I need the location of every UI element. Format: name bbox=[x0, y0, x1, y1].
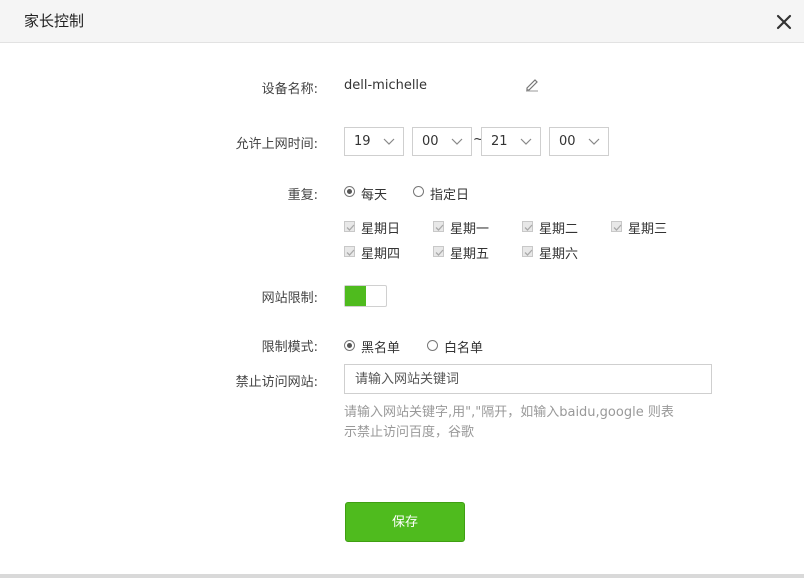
repeat-label: 重复: bbox=[287, 188, 318, 203]
dialog-header: 家长控制 bbox=[0, 0, 804, 43]
end-hour-value: 21 bbox=[491, 134, 508, 149]
hint-line: 请输入网站关键字,用","隔开，如输入baidu,google 则表 bbox=[344, 405, 674, 420]
mode-whitelist-label: 白名单 bbox=[444, 341, 484, 356]
day-checkbox-monday[interactable] bbox=[433, 221, 444, 232]
blocked-keyword-input[interactable] bbox=[344, 364, 712, 394]
device-name-label: 设备名称: bbox=[261, 82, 318, 97]
dialog-title: 家长控制 bbox=[24, 12, 85, 30]
start-minute-value: 00 bbox=[422, 134, 439, 149]
mode-blacklist-radio[interactable] bbox=[344, 340, 355, 351]
chevron-down-icon bbox=[588, 138, 600, 145]
day-label: 星期四 bbox=[361, 247, 401, 262]
day-checkbox-tuesday[interactable] bbox=[522, 221, 533, 232]
chevron-down-icon bbox=[383, 138, 395, 145]
mode-whitelist-radio[interactable] bbox=[427, 340, 438, 351]
end-minute-select[interactable]: 00 bbox=[549, 127, 609, 156]
chevron-down-icon bbox=[520, 138, 532, 145]
repeat-specific-label: 指定日 bbox=[430, 188, 470, 203]
close-icon[interactable] bbox=[774, 12, 794, 32]
repeat-everyday-label: 每天 bbox=[361, 188, 388, 203]
save-button[interactable]: 保存 bbox=[345, 502, 465, 542]
end-minute-value: 00 bbox=[559, 134, 576, 149]
hint-line: 示禁止访问百度，谷歌 bbox=[344, 425, 475, 440]
day-checkbox-wednesday[interactable] bbox=[611, 221, 622, 232]
day-label: 星期日 bbox=[361, 222, 401, 237]
start-hour-select[interactable]: 19 bbox=[344, 127, 404, 156]
start-hour-value: 19 bbox=[354, 134, 371, 149]
chevron-down-icon bbox=[451, 138, 463, 145]
device-name-value: dell-michelle bbox=[344, 78, 428, 93]
repeat-specific-radio[interactable] bbox=[413, 186, 424, 197]
day-checkbox-sunday[interactable] bbox=[344, 221, 355, 232]
day-checkbox-saturday[interactable] bbox=[522, 246, 533, 257]
mode-label: 限制模式: bbox=[261, 340, 318, 355]
day-checkbox-thursday[interactable] bbox=[344, 246, 355, 257]
day-label: 星期六 bbox=[539, 247, 579, 262]
bottom-divider bbox=[0, 574, 804, 578]
end-hour-select[interactable]: 21 bbox=[481, 127, 541, 156]
repeat-everyday-radio[interactable] bbox=[344, 186, 355, 197]
site-limit-toggle[interactable] bbox=[344, 285, 387, 307]
time-label: 允许上网时间: bbox=[235, 137, 318, 152]
start-minute-select[interactable]: 00 bbox=[412, 127, 472, 156]
day-label: 星期三 bbox=[628, 222, 668, 237]
toggle-fill bbox=[345, 286, 366, 306]
day-label: 星期一 bbox=[450, 222, 490, 237]
day-label: 星期五 bbox=[450, 247, 490, 262]
site-limit-label: 网站限制: bbox=[261, 291, 318, 306]
mode-blacklist-label: 黑名单 bbox=[361, 341, 401, 356]
day-label: 星期二 bbox=[539, 222, 579, 237]
blocked-hint: 请输入网站关键字,用","隔开，如输入baidu,google 则表 示禁止访问… bbox=[344, 403, 714, 443]
pencil-icon[interactable] bbox=[524, 76, 540, 92]
blocked-sites-label: 禁止访问网站: bbox=[235, 375, 318, 390]
day-checkbox-friday[interactable] bbox=[433, 246, 444, 257]
